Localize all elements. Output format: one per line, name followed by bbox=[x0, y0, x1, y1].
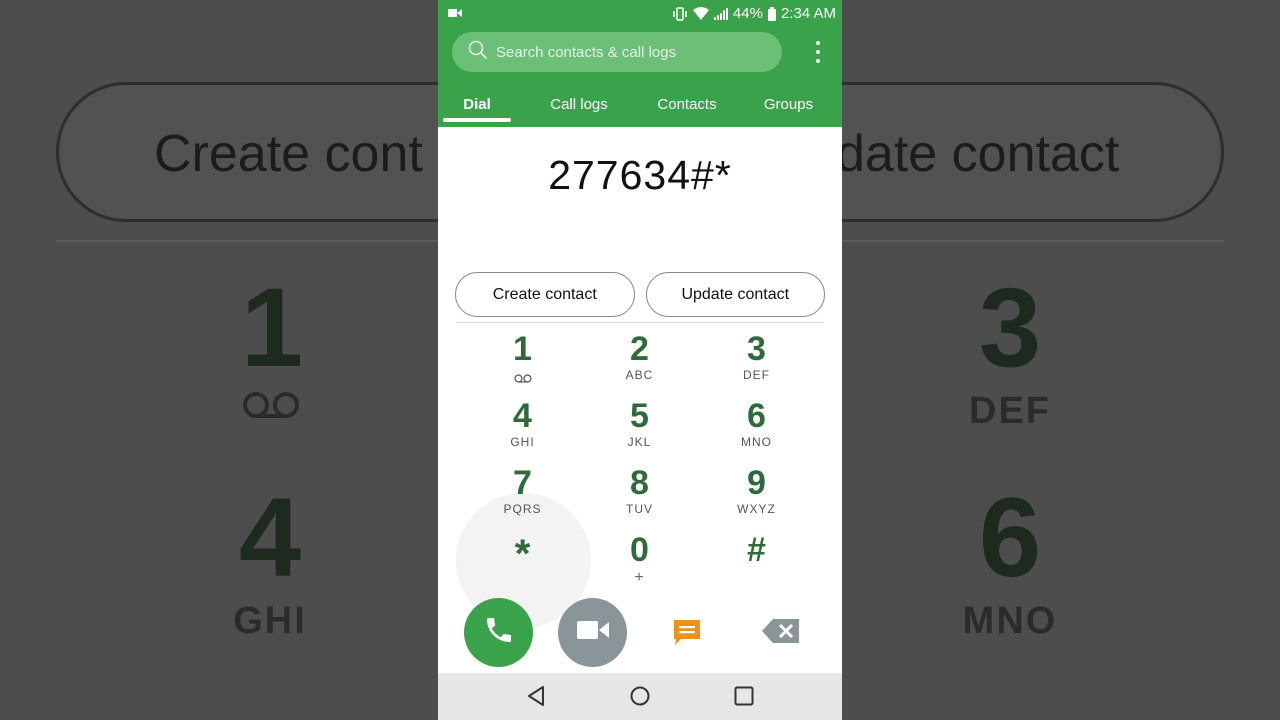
key-1[interactable]: 1 bbox=[464, 328, 581, 395]
key-digit: 1 bbox=[513, 330, 532, 368]
bg-update-contact-text: date contact bbox=[836, 125, 1120, 183]
divider bbox=[456, 322, 824, 323]
key-star[interactable]: * bbox=[464, 529, 581, 596]
video-call-button[interactable] bbox=[558, 598, 627, 667]
key-4[interactable]: 4 GHI bbox=[464, 395, 581, 462]
key-5[interactable]: 5 JKL bbox=[581, 395, 698, 462]
nav-recents-icon[interactable] bbox=[729, 683, 759, 709]
key-letters: PQRS bbox=[503, 502, 542, 516]
bg-key-letters: DEF bbox=[969, 390, 1051, 432]
call-button[interactable] bbox=[464, 598, 533, 667]
tab-contacts[interactable]: Contacts bbox=[639, 84, 735, 124]
navigation-bar bbox=[438, 673, 842, 720]
nav-back-icon[interactable] bbox=[521, 683, 551, 709]
key-letters: WXYZ bbox=[737, 502, 776, 516]
tab-label: Call logs bbox=[550, 95, 608, 113]
search-bar[interactable] bbox=[452, 32, 782, 72]
key-letters: + bbox=[634, 569, 645, 586]
key-letters: TUV bbox=[626, 502, 653, 516]
tab-call-logs[interactable]: Call logs bbox=[529, 84, 629, 124]
bg-key-digit: 4 bbox=[238, 475, 302, 600]
key-digit: 8 bbox=[630, 464, 649, 502]
key-3[interactable]: 3 DEF bbox=[698, 328, 815, 395]
dial-pad: 1 2 ABC 3 DEF 4 GHI 5 JKL 6 MNO 7 PQRS 8… bbox=[464, 328, 816, 596]
update-contact-button[interactable]: Update contact bbox=[645, 272, 825, 317]
bg-key-6: 6 MNO bbox=[945, 482, 1075, 643]
bg-key-1: 1 bbox=[222, 272, 322, 425]
key-2[interactable]: 2 ABC bbox=[581, 328, 698, 395]
backspace-icon bbox=[761, 618, 801, 649]
status-bar: 44% 2:34 AM bbox=[438, 0, 842, 28]
create-contact-button[interactable]: Create contact bbox=[455, 272, 635, 317]
key-0[interactable]: 0 + bbox=[581, 529, 698, 596]
key-digit: 7 bbox=[513, 464, 532, 502]
key-digit: 0 bbox=[630, 531, 649, 569]
key-letters: JKL bbox=[627, 435, 652, 449]
key-digit: 9 bbox=[747, 464, 766, 502]
bg-key-digit: 6 bbox=[978, 475, 1042, 600]
signal-icon bbox=[713, 7, 728, 20]
key-6[interactable]: 6 MNO bbox=[698, 395, 815, 462]
bg-key-letters: MNO bbox=[962, 600, 1058, 642]
tab-label: Dial bbox=[463, 95, 491, 113]
key-digit: 3 bbox=[747, 330, 766, 368]
bg-key-3: 3 DEF bbox=[950, 272, 1070, 433]
key-letters: MNO bbox=[741, 435, 772, 449]
tab-label: Groups bbox=[763, 95, 814, 113]
phone-icon bbox=[483, 614, 515, 651]
tab-label: Contacts bbox=[657, 95, 717, 113]
tab-groups[interactable]: Groups bbox=[745, 84, 832, 124]
bg-key-digit: 3 bbox=[978, 265, 1042, 390]
wifi-icon bbox=[692, 7, 709, 20]
app-bar: 44% 2:34 AM Dial Call logs Contacts Gro bbox=[438, 0, 842, 127]
bg-key-4: 4 GHI bbox=[210, 482, 330, 643]
key-digit: # bbox=[747, 531, 766, 569]
video-camera-icon bbox=[576, 618, 610, 647]
key-9[interactable]: 9 WXYZ bbox=[698, 462, 815, 529]
key-hash[interactable]: # bbox=[698, 529, 815, 596]
screen: Create cont date contact 1 3 DEF 4 GHI 6… bbox=[0, 0, 1280, 720]
search-icon bbox=[468, 40, 488, 65]
key-digit: * bbox=[514, 532, 531, 576]
vibrate-icon bbox=[672, 6, 688, 21]
clock: 2:34 AM bbox=[780, 5, 836, 22]
search-input[interactable] bbox=[496, 43, 766, 61]
key-digit: 6 bbox=[747, 397, 766, 435]
contact-actions: Create contact Update contact bbox=[455, 272, 825, 317]
nav-home-icon[interactable] bbox=[625, 683, 655, 709]
bg-key-digit: 1 bbox=[240, 265, 304, 390]
key-digit: 5 bbox=[630, 397, 649, 435]
call-actions bbox=[438, 598, 842, 668]
key-letters: DEF bbox=[743, 368, 770, 382]
dialed-number: 277634#* bbox=[548, 152, 732, 198]
backspace-button[interactable] bbox=[758, 618, 804, 648]
key-7[interactable]: 7 PQRS bbox=[464, 462, 581, 529]
key-letters: ABC bbox=[625, 368, 654, 382]
bg-voicemail-icon bbox=[222, 390, 322, 425]
battery-percent: 44% bbox=[732, 5, 763, 22]
tab-dial[interactable]: Dial bbox=[443, 84, 511, 124]
bg-key-letters: GHI bbox=[233, 600, 307, 642]
key-digit: 2 bbox=[630, 330, 649, 368]
more-options-icon[interactable] bbox=[808, 38, 828, 66]
video-record-icon bbox=[448, 6, 462, 23]
key-8[interactable]: 8 TUV bbox=[581, 462, 698, 529]
message-button[interactable] bbox=[664, 616, 710, 652]
status-indicators: 44% 2:34 AM bbox=[672, 5, 836, 22]
key-letters: GHI bbox=[510, 435, 535, 449]
battery-icon bbox=[767, 6, 776, 21]
phone-screen: 44% 2:34 AM Dial Call logs Contacts Gro bbox=[438, 0, 842, 720]
voicemail-icon bbox=[513, 370, 532, 388]
tab-bar: Dial Call logs Contacts Groups bbox=[438, 84, 842, 124]
key-digit: 4 bbox=[513, 397, 532, 435]
bg-create-contact-text: Create cont bbox=[154, 125, 423, 183]
message-icon bbox=[672, 618, 702, 651]
